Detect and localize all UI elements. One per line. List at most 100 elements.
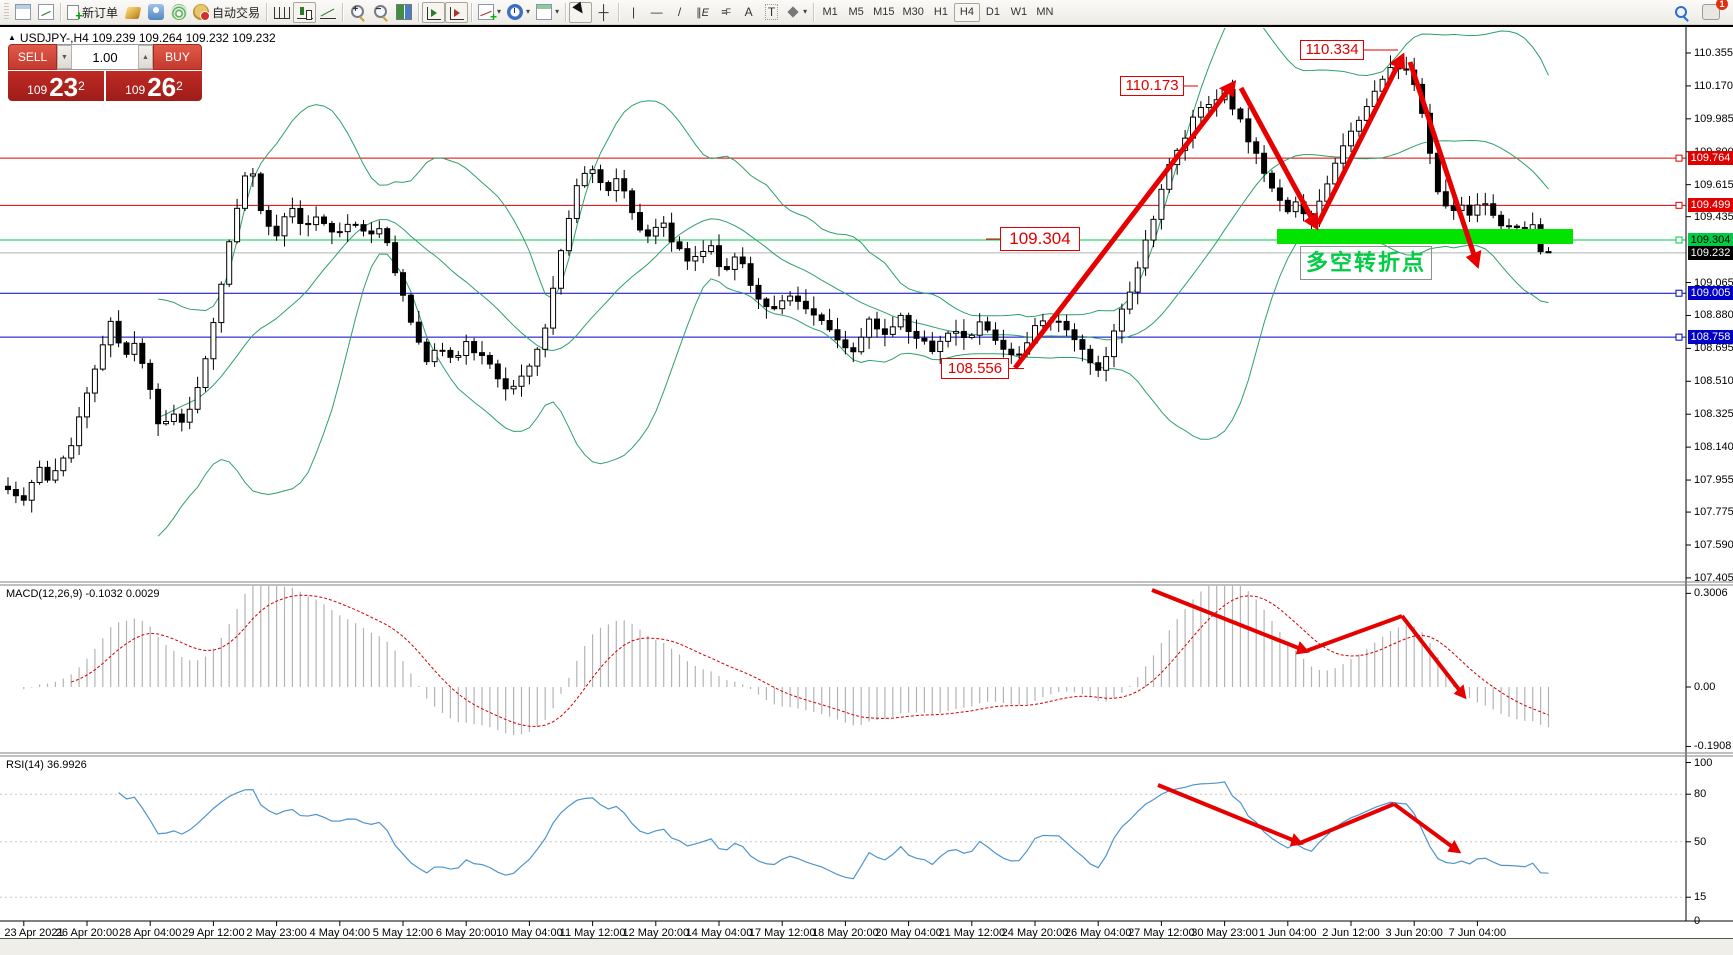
toolbar-separator [618,3,619,22]
candle [1499,211,1504,229]
text-icon: A [745,5,753,19]
volume-down-button[interactable]: ▼ [57,45,72,69]
candle [416,311,421,345]
candle [1198,101,1203,122]
templates-button[interactable]: ▾ [533,2,562,23]
trend-arrow[interactable] [1152,590,1306,651]
new-order-button[interactable]: 新订单 [64,2,121,23]
toolbar-separator [266,3,267,22]
candle [29,480,34,513]
candle [1404,57,1409,75]
autotrading-button[interactable]: 自动交易 [190,2,263,23]
line-anchor[interactable] [1676,155,1682,161]
periods-button[interactable]: ▾ [504,2,533,23]
signal-icon [171,4,187,20]
auto-scroll-button[interactable] [422,2,445,23]
trend-arrow[interactable] [1300,804,1394,843]
tick-chart-button[interactable] [34,2,57,23]
symbol-ohlc-text: USDJPY-,H4 109.239 109.264 109.232 109.2… [20,31,276,45]
volume-input[interactable] [72,45,138,69]
cursor-button[interactable] [569,2,592,23]
new-chart-button[interactable] [11,2,34,23]
candle [487,352,492,369]
candle [772,296,777,311]
candle [835,318,840,348]
candle [345,214,350,242]
sell-price[interactable]: 109 23 2 [8,71,104,101]
timeframe-group: M1M5M15M30H1H4D1W1MN [817,2,1058,22]
timeframe-m15[interactable]: M15 [869,3,898,22]
candle [1009,343,1014,364]
sell-button[interactable]: SELL [8,44,57,70]
shapes-button[interactable]: ▾ [783,2,810,23]
chart-shift-button[interactable] [445,2,468,23]
candle-chart-button[interactable] [293,2,316,23]
vertical-line-button[interactable]: | [622,2,645,23]
timeframe-d1[interactable]: D1 [980,3,1006,22]
crosshair-button[interactable]: ┼ [592,2,615,23]
notifications-button[interactable]: 1 [1699,2,1723,23]
timeframe-m30[interactable]: M30 [899,3,928,22]
bar-chart-button[interactable] [270,2,293,23]
styles-button[interactable] [121,2,144,23]
text-button[interactable]: A [737,2,760,23]
zoom-out-button[interactable]: − [369,2,392,23]
trend-arrow[interactable] [1158,785,1300,843]
candle [13,482,18,503]
autotrading-label: 自动交易 [212,4,260,21]
crosshair-icon: ┼ [599,5,609,19]
profile-icon [148,4,164,20]
trendline-button[interactable]: / [668,2,691,23]
timeframe-h1[interactable]: H1 [928,3,954,22]
candle [266,206,271,235]
trend-arrow[interactable] [1306,616,1402,651]
timeframe-m5[interactable]: M5 [843,3,869,22]
green-highlight-zone[interactable] [1277,229,1573,244]
chevron-down-icon: ▾ [497,8,501,16]
candle [527,364,532,385]
toolbar-drag-handle[interactable] [4,3,9,21]
timeframe-h4[interactable]: H4 [954,3,980,22]
signals-button[interactable] [167,2,190,23]
line-chart-button[interactable] [316,2,339,23]
indicators-button[interactable]: ▾ [475,2,504,23]
notification-badge: 1 [1716,0,1728,10]
text-label-button[interactable]: T [760,2,783,23]
buy-price-big: 26 [147,74,176,100]
line-anchor[interactable] [1676,290,1682,296]
timeframe-w1[interactable]: W1 [1006,3,1032,22]
candle [780,295,785,314]
candle [1143,230,1148,276]
trend-arrow[interactable] [1402,616,1464,696]
candle [140,338,145,368]
chart-canvas[interactable] [0,0,1733,955]
tile-windows-button[interactable] [392,2,415,23]
candle [1277,179,1282,211]
timeframe-m1[interactable]: M1 [817,3,843,22]
candle [930,332,935,354]
candle [946,331,951,347]
channel-button[interactable]: ∥E [691,2,714,23]
candle [796,287,801,310]
line-anchor[interactable] [1676,334,1682,340]
trendline-icon: / [678,5,681,19]
line-anchor[interactable] [1676,202,1682,208]
toolbar: 新订单 自动交易 + − ▾ ▾ ▾ ┼ | — / ∥E ≡F A T [0,0,1733,25]
candle [432,343,437,367]
zoom-in-button[interactable]: + [346,2,369,23]
search-button[interactable] [1670,2,1693,23]
profile-button[interactable] [144,2,167,23]
candle [21,487,26,505]
horizontal-line-button[interactable]: — [645,2,668,23]
candle [85,387,90,428]
trend-arrow[interactable] [1318,57,1402,224]
buy-button[interactable]: BUY [153,44,202,70]
volume-up-button[interactable]: ▲ [138,45,153,69]
collapse-icon[interactable]: ▲ [8,33,16,42]
buy-price[interactable]: 109 26 2 [106,71,202,101]
trend-arrow[interactable] [1394,804,1458,851]
fibonacci-button[interactable]: ≡F [714,2,737,23]
line-anchor[interactable] [1676,237,1682,243]
candle [148,359,153,399]
timeframe-mn[interactable]: MN [1032,3,1058,22]
